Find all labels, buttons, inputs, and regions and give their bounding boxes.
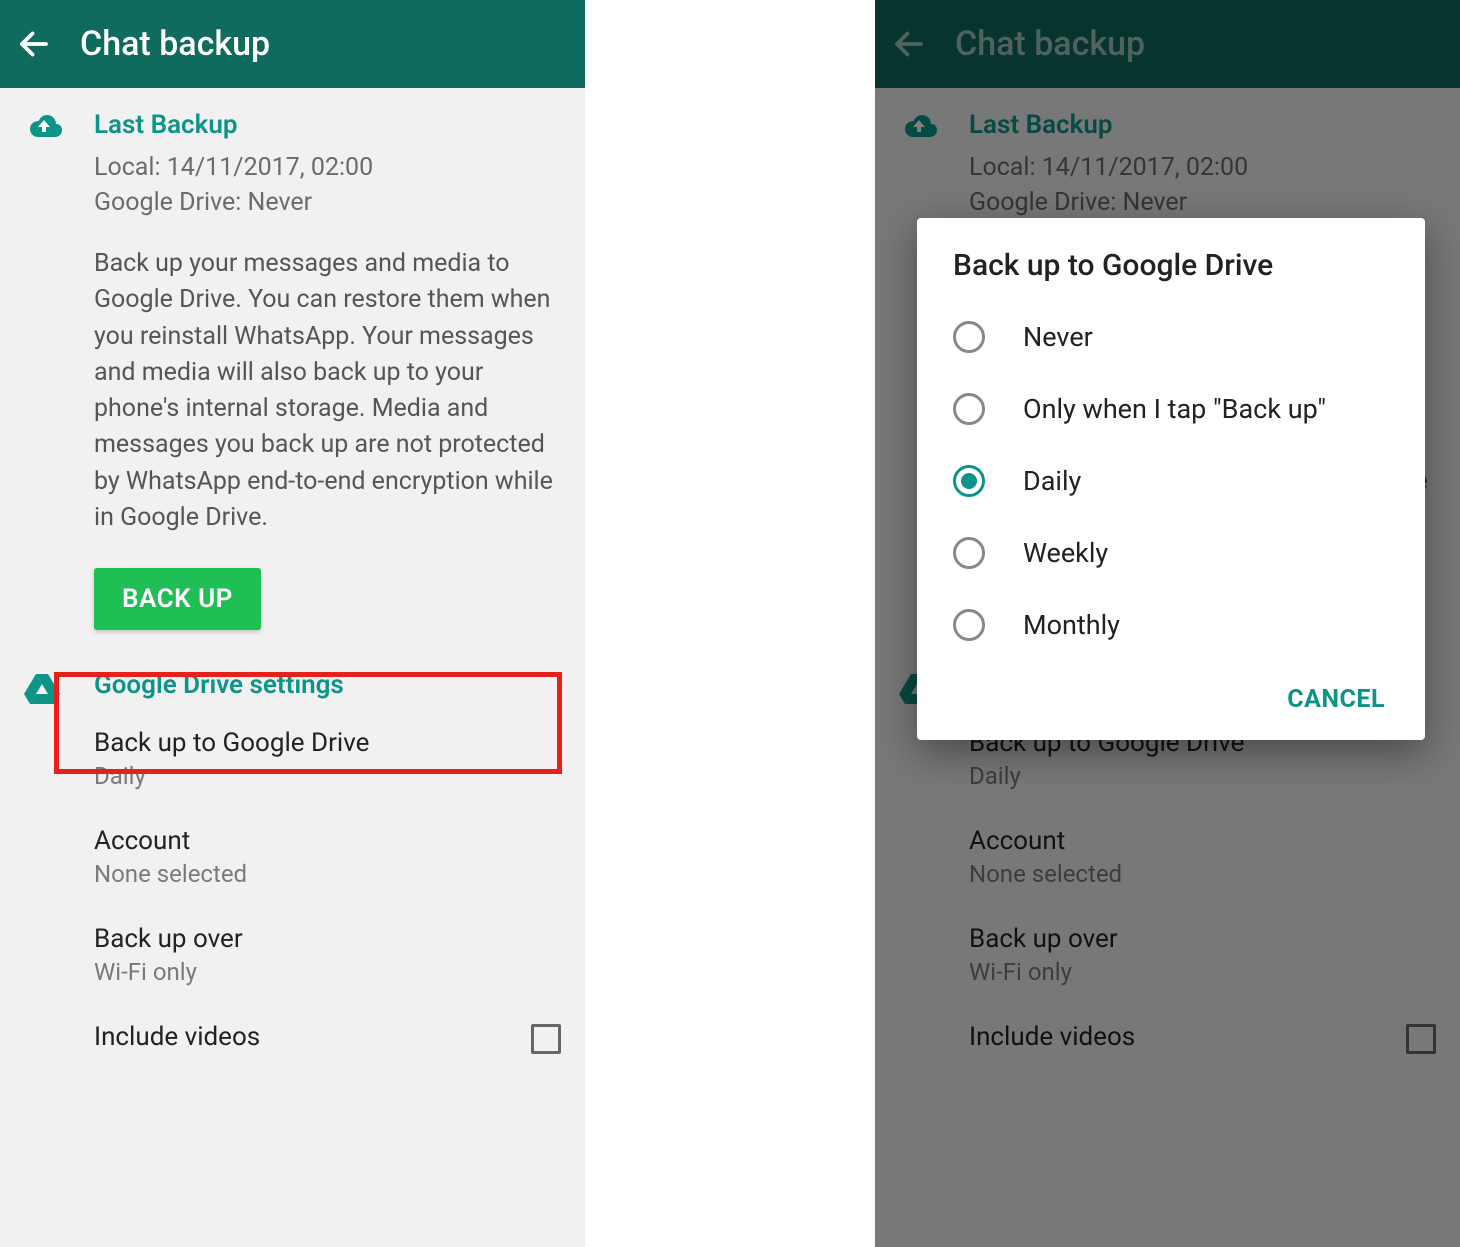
radio-option[interactable]: Weekly (917, 517, 1425, 589)
radio-unselected-icon (953, 321, 985, 353)
back-button[interactable] (16, 26, 52, 62)
red-highlight-box (54, 672, 562, 774)
last-backup-local: Local: 14/11/2017, 02:00 (94, 150, 561, 185)
setting-title: Back up over (94, 924, 561, 954)
radio-option[interactable]: Daily (917, 445, 1425, 517)
cloud-upload-icon (24, 125, 64, 144)
radio-label: Never (1023, 321, 1093, 353)
radio-label: Weekly (1023, 537, 1108, 569)
setting-subtitle: Wi-Fi only (94, 958, 561, 986)
appbar: Chat backup (0, 0, 585, 88)
radio-unselected-icon (953, 609, 985, 641)
radio-selected-icon (953, 465, 985, 497)
content: Last Backup Local: 14/11/2017, 02:00 Goo… (0, 88, 585, 1074)
setting-title: Include videos (94, 1022, 260, 1052)
radio-option[interactable]: Only when I tap "Back up" (917, 373, 1425, 445)
radio-unselected-icon (953, 537, 985, 569)
cancel-button[interactable]: CANCEL (1287, 685, 1385, 714)
radio-option[interactable]: Never (917, 301, 1425, 373)
radio-label: Only when I tap "Back up" (1023, 393, 1326, 425)
backup-button[interactable]: BACK UP (94, 568, 261, 630)
checkbox-unchecked[interactable] (531, 1024, 561, 1054)
setting-subtitle: None selected (94, 860, 561, 888)
radio-label: Daily (1023, 465, 1081, 497)
setting-backup-over[interactable]: Back up over Wi-Fi only (94, 906, 561, 1004)
last-backup-heading: Last Backup (94, 110, 561, 140)
setting-title: Account (94, 826, 561, 856)
dialog-title: Back up to Google Drive (917, 248, 1425, 301)
backup-frequency-dialog: Back up to Google Drive Never Only when I… (917, 218, 1425, 740)
setting-account[interactable]: Account None selected (94, 808, 561, 906)
screen-settings: Chat backup Last Backup Local: 14/11/201… (0, 0, 585, 1247)
radio-unselected-icon (953, 393, 985, 425)
radio-option[interactable]: Monthly (917, 589, 1425, 661)
backup-description: Back up your messages and media to Googl… (94, 246, 561, 536)
setting-include-videos[interactable]: Include videos (94, 1004, 561, 1074)
appbar-title: Chat backup (80, 24, 270, 64)
screen-dialog: Chat backup Last Backup Local: 14/11/201… (875, 0, 1460, 1247)
arrow-left-icon (16, 26, 52, 62)
radio-label: Monthly (1023, 609, 1120, 641)
last-backup-gdrive: Google Drive: Never (94, 185, 561, 220)
